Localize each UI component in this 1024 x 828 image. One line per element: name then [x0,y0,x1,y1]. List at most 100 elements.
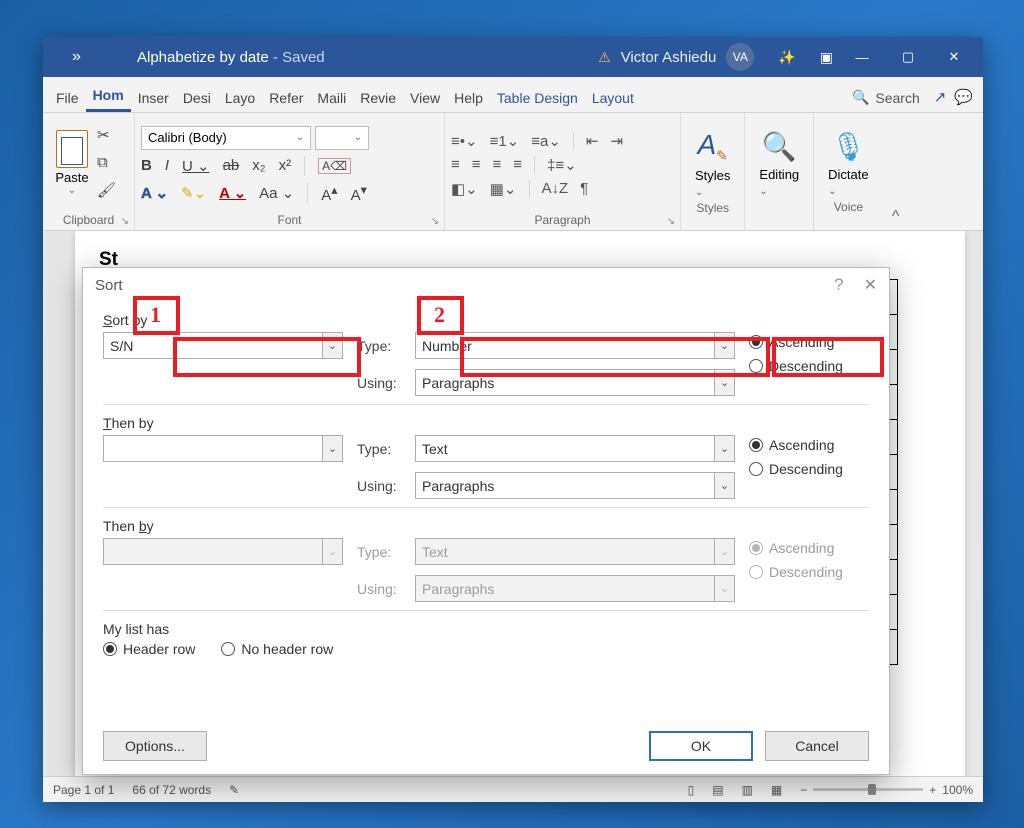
sort-by-type-combo[interactable]: Number⌄ [415,332,735,359]
view-print-icon[interactable]: ▤ [712,783,723,797]
align-left-button[interactable]: ≡ [451,156,460,173]
shading-button[interactable]: ◧⌄ [451,180,478,198]
shrink-font-button[interactable]: A▾ [351,182,367,204]
text-effects-button[interactable]: A ⌄ [141,184,168,202]
font-color-button[interactable]: A ⌄ [219,184,246,202]
then-by-2-field-combo: ⌄ [103,538,343,565]
format-painter-icon[interactable]: 🖌 [97,181,116,199]
maximize-button[interactable]: ▢ [885,37,931,77]
no-header-row-radio[interactable]: No header row [221,641,333,657]
annotation-number-2: 2 [434,302,445,328]
paste-button[interactable]: Paste ⌄ [49,130,95,196]
microphone-icon[interactable]: 🎙 [831,130,867,163]
borders-button[interactable]: ▦⌄ [490,180,517,198]
close-button[interactable]: ✕ [931,37,977,77]
then-by-1-type-combo[interactable]: Text⌄ [415,435,735,462]
group-font: Calibri (Body)⌄ ⌄ B I U ⌄ ab x₂ x² A⌫ [135,113,445,230]
tab-table-design[interactable]: Table Design [490,82,585,112]
then-by-1-using-combo[interactable]: Paragraphs⌄ [415,472,735,499]
font-name-combo[interactable]: Calibri (Body)⌄ [141,126,311,150]
find-icon[interactable]: 🔍 [762,130,797,163]
multilevel-button[interactable]: ≡a⌄ [531,132,561,150]
zoom-slider[interactable] [813,788,923,791]
then-by-1-field-combo[interactable]: ⌄ [103,435,343,462]
tab-table-layout[interactable]: Layout [585,82,641,112]
view-read-icon[interactable]: ▥ [742,783,753,797]
tab-home[interactable]: Hom [86,79,131,112]
font-size-combo[interactable]: ⌄ [315,126,369,150]
tab-insert[interactable]: Inser [131,82,176,112]
dialog-help-icon[interactable]: ? [834,275,843,295]
header-row-radio[interactable]: Header row [103,641,195,657]
decrease-indent-button[interactable]: ⇤ [586,132,599,150]
quick-access-more-icon[interactable]: » [49,48,107,66]
bullets-button[interactable]: ≡•⌄ [451,132,478,150]
cancel-button[interactable]: Cancel [765,731,869,761]
tab-view[interactable]: View [403,82,447,112]
show-marks-button[interactable]: ¶ [580,180,588,197]
descending-radio-1[interactable]: Descending [749,358,869,374]
chevron-down-icon: ⌄ [322,539,342,564]
align-right-button[interactable]: ≡ [493,156,502,173]
sort-by-field-combo[interactable]: S/N⌄ [103,332,343,359]
sort-by-using-combo[interactable]: Paragraphs⌄ [415,369,735,396]
clipboard-launcher-icon[interactable]: ↘ [121,212,129,232]
account-area[interactable]: ⚠ Victor Ashiedu VA [598,43,754,71]
styles-button[interactable]: Styles⌄ [695,168,730,198]
view-web-icon[interactable]: ▦ [771,783,782,797]
ok-button[interactable]: OK [649,731,753,761]
collapse-ribbon-icon[interactable]: ^ [883,113,909,230]
status-page[interactable]: Page 1 of 1 [53,783,114,797]
tab-mailings[interactable]: Maili [310,82,353,112]
ascending-radio-1[interactable]: Ascending [749,334,869,350]
warning-icon: ⚠ [598,49,611,66]
styles-icon[interactable]: A✎ [697,129,727,165]
change-case-button[interactable]: Aa ⌄ [259,184,294,202]
align-center-button[interactable]: ≡ [472,156,481,173]
line-spacing-button[interactable]: ‡≡⌄ [547,156,577,174]
ribbon-display-icon[interactable]: ▣ [820,49,833,66]
descending-radio-2[interactable]: Descending [749,461,869,477]
dialog-close-icon[interactable]: ✕ [864,275,877,295]
cut-icon[interactable]: ✂ [97,126,116,144]
paragraph-launcher-icon[interactable]: ↘ [667,212,675,232]
tab-references[interactable]: Refer [262,82,310,112]
numbering-button[interactable]: ≡1⌄ [490,132,520,150]
font-launcher-icon[interactable]: ↘ [431,212,439,232]
tab-review[interactable]: Revie [353,82,403,112]
status-proofing-icon[interactable]: ✎ [229,783,239,797]
coming-soon-icon[interactable]: ✨ [778,49,795,66]
tab-layout[interactable]: Layo [218,82,262,112]
ascending-radio-2[interactable]: Ascending [749,437,869,453]
status-words[interactable]: 66 of 72 words [132,783,211,797]
highlight-button[interactable]: ✎⌄ [181,184,206,202]
italic-button[interactable]: I [165,157,169,174]
subscript-button[interactable]: x₂ [252,157,265,174]
view-focus-icon[interactable]: ▯ [688,783,695,797]
copy-icon[interactable]: ⧉ [97,154,116,171]
editing-button[interactable]: Editing⌄ [759,167,799,197]
strike-button[interactable]: ab [223,157,240,174]
zoom-control[interactable]: − + 100% [800,783,973,797]
minimize-button[interactable]: — [839,37,885,77]
bold-button[interactable]: B [141,157,152,174]
search-box[interactable]: 🔍 Search [842,83,930,112]
underline-button[interactable]: U ⌄ [182,157,210,175]
superscript-button[interactable]: x² [279,157,292,174]
tab-help[interactable]: Help [447,82,490,112]
zoom-in-icon[interactable]: + [929,783,936,797]
tab-design[interactable]: Desi [176,82,218,112]
zoom-out-icon[interactable]: − [800,783,807,797]
justify-button[interactable]: ≡ [513,156,522,173]
grow-font-button[interactable]: A▴ [321,182,337,204]
comments-button[interactable]: 💬 [954,88,973,106]
sort-button[interactable]: A↓Z [542,180,569,197]
clear-format-button[interactable]: A⌫ [318,158,351,174]
options-button[interactable]: Options... [103,731,207,761]
dictate-button[interactable]: Dictate⌄ [828,167,868,197]
zoom-value[interactable]: 100% [942,783,973,797]
then-by-label-2: Then by [103,518,869,534]
tab-file[interactable]: File [49,82,86,112]
increase-indent-button[interactable]: ⇥ [611,132,624,150]
share-button[interactable]: ↗ [934,88,947,106]
